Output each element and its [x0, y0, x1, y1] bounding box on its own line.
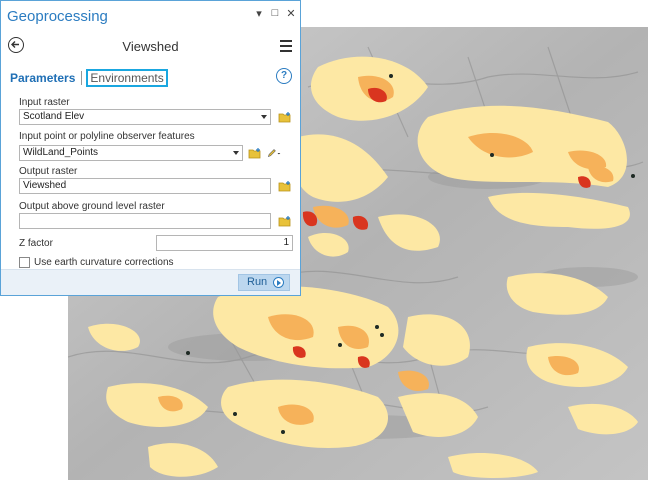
z-factor-input[interactable]: 1	[156, 235, 293, 251]
agl-raster-input[interactable]	[19, 213, 271, 229]
tool-header: Viewshed	[1, 31, 300, 61]
browse-folder-icon[interactable]	[278, 180, 292, 192]
geoprocessing-pane: Geoprocessing ▾ □ ✕ Viewshed Parameters …	[0, 0, 301, 296]
input-raster-label: Input raster	[19, 97, 70, 108]
agl-raster-label: Output above ground level raster	[19, 201, 165, 212]
pane-footer: Run	[1, 269, 300, 295]
run-label: Run	[247, 276, 268, 288]
observer-features-select[interactable]: WildLand_Points	[19, 145, 243, 161]
input-raster-value: Scotland Elev	[23, 111, 85, 122]
output-raster-label: Output raster	[19, 166, 78, 177]
observer-features-label: Input point or polyline observer feature…	[19, 131, 195, 142]
observer-features-value: WildLand_Points	[23, 147, 99, 158]
output-raster-input[interactable]: Viewshed	[19, 178, 271, 194]
chevron-down-icon	[233, 151, 239, 155]
browse-folder-icon[interactable]	[248, 147, 262, 159]
window-buttons: ▾ □ ✕	[254, 7, 296, 20]
play-icon	[273, 277, 284, 288]
curvature-checkbox[interactable]	[19, 257, 30, 268]
output-raster-value: Viewshed	[23, 180, 67, 191]
hamburger-menu-icon[interactable]	[280, 40, 292, 55]
pane-close-icon[interactable]: ✕	[286, 7, 296, 20]
tab-divider	[81, 71, 83, 85]
create-features-pencil-icon[interactable]	[267, 146, 281, 160]
pane-titlebar: Geoprocessing ▾ □ ✕	[1, 1, 300, 31]
tab-environments[interactable]: Environments	[86, 69, 168, 87]
curvature-label: Use earth curvature corrections	[34, 257, 174, 268]
run-button[interactable]: Run	[238, 274, 290, 291]
input-raster-select[interactable]: Scotland Elev	[19, 109, 271, 125]
pane-autohide-icon[interactable]: □	[270, 7, 280, 20]
browse-folder-icon[interactable]	[278, 215, 292, 227]
pane-title: Geoprocessing	[7, 8, 108, 25]
tool-name: Viewshed	[122, 39, 179, 54]
help-icon[interactable]: ?	[276, 68, 292, 84]
chevron-down-icon	[261, 115, 267, 119]
pane-options-dropdown-icon[interactable]: ▾	[254, 7, 264, 20]
z-factor-label: Z factor	[19, 238, 53, 249]
browse-folder-icon[interactable]	[278, 111, 292, 123]
tab-parameters[interactable]: Parameters	[10, 71, 75, 85]
tab-strip: Parameters Environments	[10, 69, 168, 87]
